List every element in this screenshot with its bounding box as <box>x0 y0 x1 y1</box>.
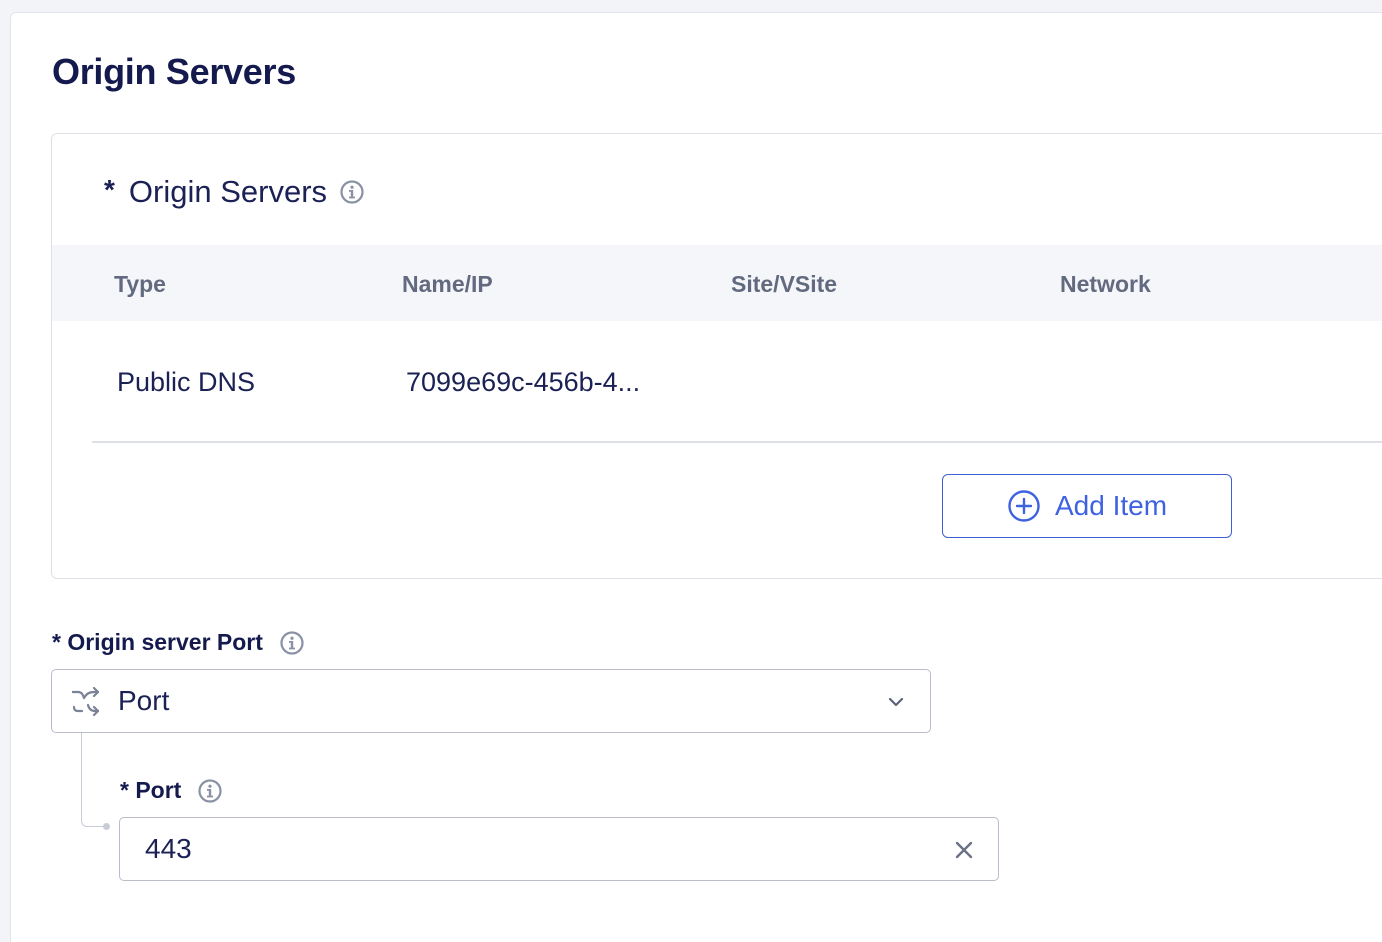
origin-port-label: * Origin server Port <box>52 629 305 656</box>
port-input-wrapper <box>119 817 999 881</box>
port-input[interactable] <box>145 833 905 865</box>
shuffle-icon <box>70 685 102 717</box>
origin-servers-card: * Origin Servers Type Name/IP Site/VSite… <box>51 133 1382 579</box>
origin-port-selected-value: Port <box>118 685 170 716</box>
cell-type: Public DNS <box>117 367 256 397</box>
column-header-name-ip: Name/IP <box>402 271 493 297</box>
table-row[interactable]: Public DNS 7099e69c-456b-4... <box>52 321 1382 442</box>
add-item-button[interactable]: Add Item <box>942 474 1232 538</box>
column-header-site: Site/VSite <box>731 271 838 297</box>
page-title: Origin Servers <box>52 51 296 92</box>
required-marker: * <box>104 174 115 205</box>
tree-connector <box>81 733 107 827</box>
origin-port-label-text: * Origin server Port <box>52 629 263 655</box>
origin-servers-title: Origin Servers <box>128 174 328 209</box>
port-label-text: * Port <box>120 777 182 803</box>
info-icon[interactable] <box>339 179 365 205</box>
page-container: Origin Servers * Origin Servers Type Nam… <box>10 12 1382 942</box>
column-header-type: Type <box>114 271 166 297</box>
info-icon[interactable] <box>197 778 223 804</box>
chevron-down-icon[interactable] <box>884 690 908 714</box>
cell-name-ip: 7099e69c-456b-4... <box>406 367 641 397</box>
table-header: Type Name/IP Site/VSite Network <box>52 245 1382 321</box>
close-icon[interactable] <box>952 838 976 862</box>
row-divider <box>92 441 1382 443</box>
plus-circle-icon <box>1007 489 1055 523</box>
add-item-label: Add Item <box>1054 490 1168 521</box>
origin-port-select[interactable]: Port <box>51 669 931 733</box>
info-icon[interactable] <box>279 630 305 656</box>
port-label: * Port <box>120 777 223 804</box>
column-header-network: Network <box>1060 271 1151 297</box>
origin-servers-header: * Origin Servers <box>104 174 365 210</box>
tree-connector-dot <box>103 823 110 830</box>
